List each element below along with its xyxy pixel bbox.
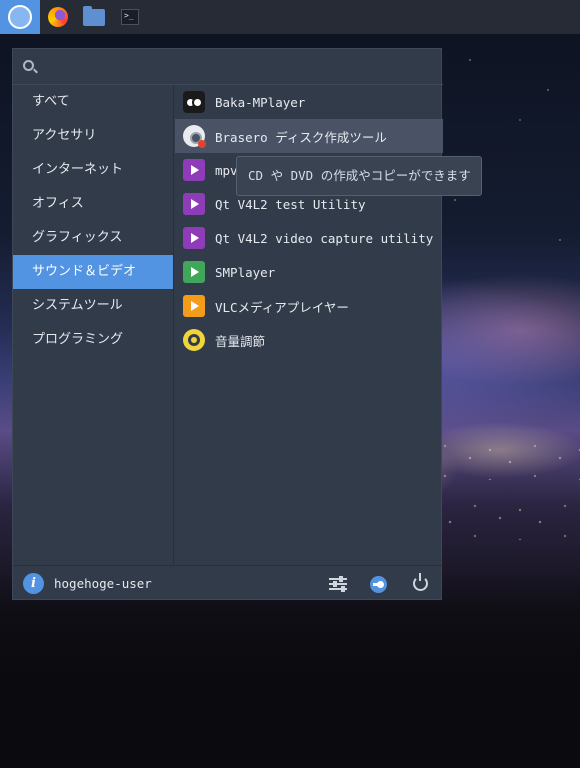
search-bar[interactable] (13, 49, 443, 85)
app-label: Baka-MPlayer (215, 94, 306, 110)
category-all[interactable]: すべて (13, 85, 173, 119)
video-player-icon (183, 227, 205, 249)
username-label: hogehoge-user (54, 576, 152, 591)
firefox-icon (48, 7, 68, 27)
volume-icon (183, 329, 205, 351)
start-menu-button[interactable] (0, 0, 40, 34)
file-manager-icon (83, 5, 105, 26)
video-player-icon (183, 261, 205, 283)
taskbar: >_ (0, 0, 580, 34)
app-tooltip: CD や DVD の作成やコピーができます (236, 156, 482, 196)
app-label: mpv (215, 162, 238, 178)
app-brasero[interactable]: Brasero ディスク作成ツール (175, 119, 443, 153)
disc-burner-icon (183, 125, 206, 148)
app-volume-control[interactable]: 音量調節 (175, 323, 443, 357)
app-vlc[interactable]: VLCメディアプレイヤー (175, 289, 443, 323)
wallpaper-city-lights (420, 500, 580, 540)
app-label: SMPlayer (215, 264, 276, 280)
app-label: 音量調節 (215, 333, 266, 349)
terminal-launcher[interactable]: >_ (112, 0, 148, 34)
menu-footer: i hogehoge-user (13, 565, 443, 601)
video-player-icon (183, 159, 205, 181)
application-menu: すべて アクセサリ インターネット オフィス グラフィックス サウンド＆ビデオ … (12, 48, 443, 601)
settings-sliders-icon[interactable] (329, 576, 347, 592)
app-label: VLCメディアプレイヤー (215, 299, 349, 315)
app-label: Qt V4L2 video capture utility (215, 230, 434, 246)
firefox-launcher[interactable] (40, 0, 76, 34)
category-accessories[interactable]: アクセサリ (13, 119, 173, 153)
category-internet[interactable]: インターネット (13, 153, 173, 187)
app-label: Qt V4L2 test Utility (215, 196, 366, 212)
terminal-icon: >_ (121, 9, 139, 25)
app-qt-v4l2-capture[interactable]: Qt V4L2 video capture utility (175, 221, 443, 255)
video-player-icon (183, 295, 205, 317)
category-sound-video[interactable]: サウンド＆ビデオ (13, 255, 173, 289)
app-label: Brasero ディスク作成ツール (215, 129, 387, 145)
app-baka-mplayer[interactable]: Baka-MPlayer (175, 85, 443, 119)
category-programming[interactable]: プログラミング (13, 323, 173, 357)
switch-user-icon[interactable] (370, 576, 387, 593)
video-player-icon (183, 193, 205, 215)
file-manager-launcher[interactable] (76, 0, 112, 34)
info-icon[interactable]: i (23, 573, 44, 594)
category-system-tools[interactable]: システムツール (13, 289, 173, 323)
category-office[interactable]: オフィス (13, 187, 173, 221)
app-smplayer[interactable]: SMPlayer (175, 255, 443, 289)
power-icon[interactable] (413, 573, 428, 591)
owl-icon (183, 91, 205, 113)
category-list: すべて アクセサリ インターネット オフィス グラフィックス サウンド＆ビデオ … (13, 85, 174, 565)
category-graphics[interactable]: グラフィックス (13, 221, 173, 255)
search-icon (23, 60, 34, 71)
start-menu-icon (8, 5, 32, 29)
